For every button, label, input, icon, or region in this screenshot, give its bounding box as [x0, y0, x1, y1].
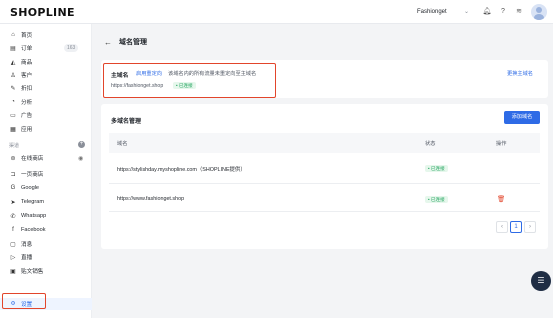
- telegram-icon: ➤: [10, 199, 16, 206]
- sidebar-item-label: 应用: [21, 127, 33, 133]
- table-row-domain: https://www.fashionget.shop: [117, 196, 185, 202]
- sidebar-item-label: 客户: [21, 73, 33, 79]
- sidebar-item-analytics[interactable]: ◔ 分析: [0, 96, 92, 108]
- order-icon: ▤: [10, 45, 16, 52]
- home-icon: ⌂: [11, 32, 15, 38]
- multi-domain-card: [101, 104, 548, 249]
- multi-domain-title: 多域名管理: [111, 119, 142, 125]
- change-primary-domain-link[interactable]: 更换主域名: [507, 70, 533, 77]
- sidebar-item-live[interactable]: ▷ 直播: [0, 251, 92, 263]
- sidebar-item-label: 分析: [21, 100, 33, 106]
- sidebar-item-label: 折扣: [21, 86, 33, 92]
- pagination-next-button[interactable]: ›: [524, 221, 536, 233]
- sidebar-item-apps[interactable]: ▦ 应用: [0, 123, 92, 135]
- facebook-icon: f: [12, 227, 14, 233]
- post-sales-icon: ▣: [10, 268, 16, 275]
- sidebar-item-label: Google: [21, 185, 40, 191]
- sidebar-item-label: 直播: [21, 255, 33, 261]
- row-divider: [109, 183, 540, 184]
- sidebar-item-label: 在线商店: [21, 156, 44, 162]
- sidebar-item-facebook[interactable]: f Facebook: [0, 224, 92, 236]
- add-channel-icon[interactable]: +: [78, 141, 85, 148]
- chevron-down-icon: ⌄: [463, 9, 469, 15]
- sidebar-item-discounts[interactable]: ✎ 折扣: [0, 82, 92, 94]
- sidebar-item-label: 首页: [21, 33, 33, 39]
- trash-icon[interactable]: 🗑︎: [497, 195, 505, 203]
- top-bar: SHOPLINE Fashionget ⌄ 🔔︎ ? ≋: [0, 0, 553, 24]
- column-header-domain: 域名: [117, 141, 128, 147]
- add-domain-button[interactable]: 添加域名: [504, 111, 540, 124]
- back-arrow-icon[interactable]: ←: [104, 38, 112, 47]
- whatsapp-icon: ✆: [10, 213, 16, 220]
- sidebar-item-label: 订单: [21, 46, 33, 52]
- sidebar-item-label: 一页商店: [21, 172, 44, 178]
- channels-section-label: 渠道: [9, 143, 20, 149]
- sidebar-item-ads[interactable]: ▭ 广告: [0, 109, 92, 121]
- store-switcher[interactable]: Fashionget ⌄: [417, 5, 469, 19]
- page-store-icon: ⊐: [10, 171, 16, 178]
- sidebar-item-customers[interactable]: ♙ 客户: [0, 69, 92, 81]
- pagination-page-button[interactable]: 1: [510, 221, 522, 233]
- help-icon[interactable]: ?: [498, 7, 508, 17]
- sidebar: ⌂ 首页 ▤ 订单 163 ◭ 商品 ♙ 客户 ✎ 折扣 ◔ 分析 ▭ 广告 ▦…: [0, 24, 92, 318]
- store-name: Fashionget: [417, 9, 447, 15]
- primary-domain-label: 主域名: [111, 73, 129, 79]
- sidebar-item-label: Whatsapp: [21, 213, 47, 219]
- settings-highlight-box: [2, 293, 46, 309]
- sidebar-item-label: 商品: [21, 60, 33, 66]
- bag-icon: ◭: [10, 59, 16, 66]
- sidebar-item-products[interactable]: ◭ 商品: [0, 56, 92, 68]
- avatar[interactable]: [531, 4, 547, 20]
- sidebar-item-label: Facebook: [21, 227, 46, 233]
- sidebar-item-label: 贴文销售: [21, 269, 44, 275]
- sidebar-item-label: 消息: [21, 242, 33, 248]
- primary-domain-highlight-box: [103, 63, 276, 98]
- sidebar-item-one-page-store[interactable]: ⊐ 一页商店: [0, 168, 92, 180]
- sidebar-item-telegram[interactable]: ➤ Telegram: [0, 196, 92, 208]
- sidebar-item-home[interactable]: ⌂ 首页: [0, 29, 92, 41]
- enable-redirect-link[interactable]: 启用重定向: [136, 70, 162, 77]
- sidebar-item-label: 广告: [21, 113, 33, 119]
- google-icon: G: [10, 185, 16, 191]
- page-title: 域名管理: [119, 39, 147, 46]
- sidebar-item-whatsapp[interactable]: ✆ Whatsapp: [0, 210, 92, 222]
- redirect-description: 该域名内的所有流量未重定向至主域名: [168, 71, 257, 77]
- order-count-badge: 163: [64, 44, 79, 52]
- user-icon: ♙: [10, 72, 16, 79]
- ads-icon: ▭: [10, 112, 16, 119]
- eye-icon[interactable]: ◉: [78, 155, 83, 162]
- column-header-status: 状态: [425, 141, 436, 147]
- wifi-icon[interactable]: ≋: [514, 7, 524, 17]
- pagination-prev-button[interactable]: ‹: [496, 221, 508, 233]
- column-header-actions: 操作: [496, 141, 507, 147]
- message-icon: ▢: [10, 241, 16, 248]
- row-divider: [109, 211, 540, 212]
- sidebar-item-post-sales[interactable]: ▣ 贴文销售: [0, 265, 92, 277]
- live-icon: ▷: [10, 254, 16, 261]
- status-badge: • 已连接: [425, 196, 448, 203]
- page-header: ← 域名管理: [104, 37, 147, 47]
- sidebar-item-orders[interactable]: ▤ 订单 163: [0, 42, 92, 54]
- sidebar-item-google[interactable]: G Google: [0, 182, 92, 194]
- store-icon: ⊜: [10, 155, 16, 162]
- analytics-icon: ◔: [11, 99, 15, 105]
- status-badge: • 已连接: [425, 165, 448, 172]
- status-badge: • 已连接: [173, 82, 196, 89]
- sidebar-item-label: Telegram: [21, 199, 45, 205]
- chat-button[interactable]: ☰: [531, 271, 551, 291]
- sidebar-item-messages[interactable]: ▢ 消息: [0, 238, 92, 250]
- shopline-logo[interactable]: SHOPLINE: [10, 6, 75, 19]
- bell-icon[interactable]: 🔔︎: [482, 7, 492, 17]
- apps-icon: ▦: [10, 126, 16, 133]
- tag-icon: ✎: [10, 85, 16, 92]
- table-header: [109, 133, 540, 153]
- primary-domain-url: https://fashionget.shop: [111, 83, 164, 89]
- table-row-domain: https://stylishday.myshopline.com（SHOPLI…: [117, 167, 246, 173]
